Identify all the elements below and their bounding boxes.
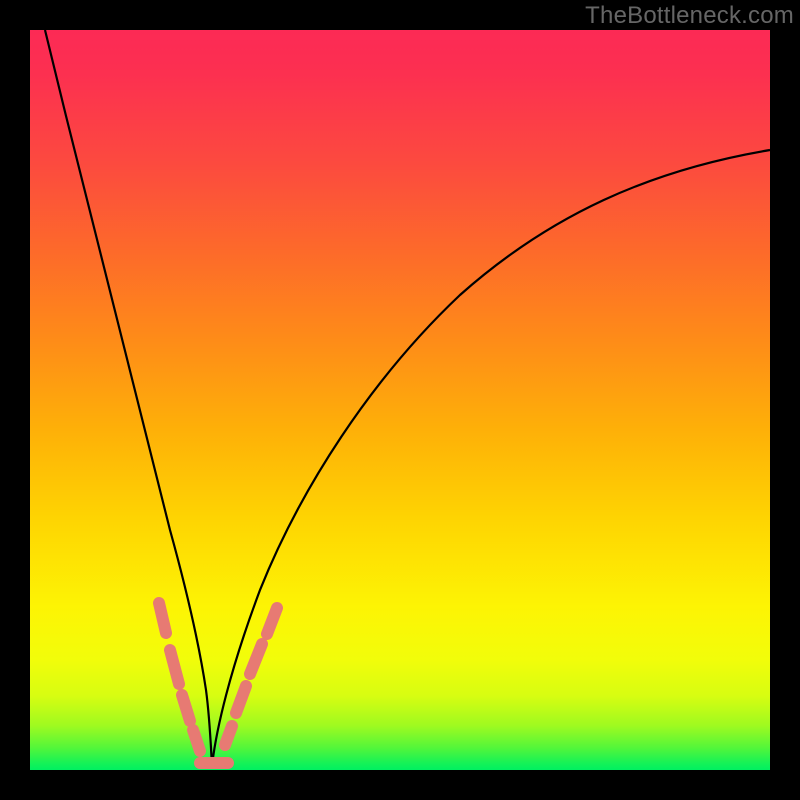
marker-left-dash-1 <box>159 603 166 633</box>
curve-right-branch <box>212 150 770 766</box>
plot-area <box>30 30 770 770</box>
marker-left-dash-3 <box>182 695 190 721</box>
marker-right-dash-3 <box>250 644 262 674</box>
marker-right-dash-2 <box>236 686 246 713</box>
watermark-text: TheBottleneck.com <box>585 2 794 30</box>
marker-right-dash-1 <box>225 726 232 745</box>
curve-left-branch <box>45 30 212 766</box>
marker-left-dash-2 <box>170 650 179 684</box>
marker-left-dash-4 <box>193 730 200 751</box>
chart-frame: TheBottleneck.com <box>0 0 800 800</box>
chart-svg <box>30 30 770 770</box>
marker-right-dash-4 <box>267 608 277 634</box>
